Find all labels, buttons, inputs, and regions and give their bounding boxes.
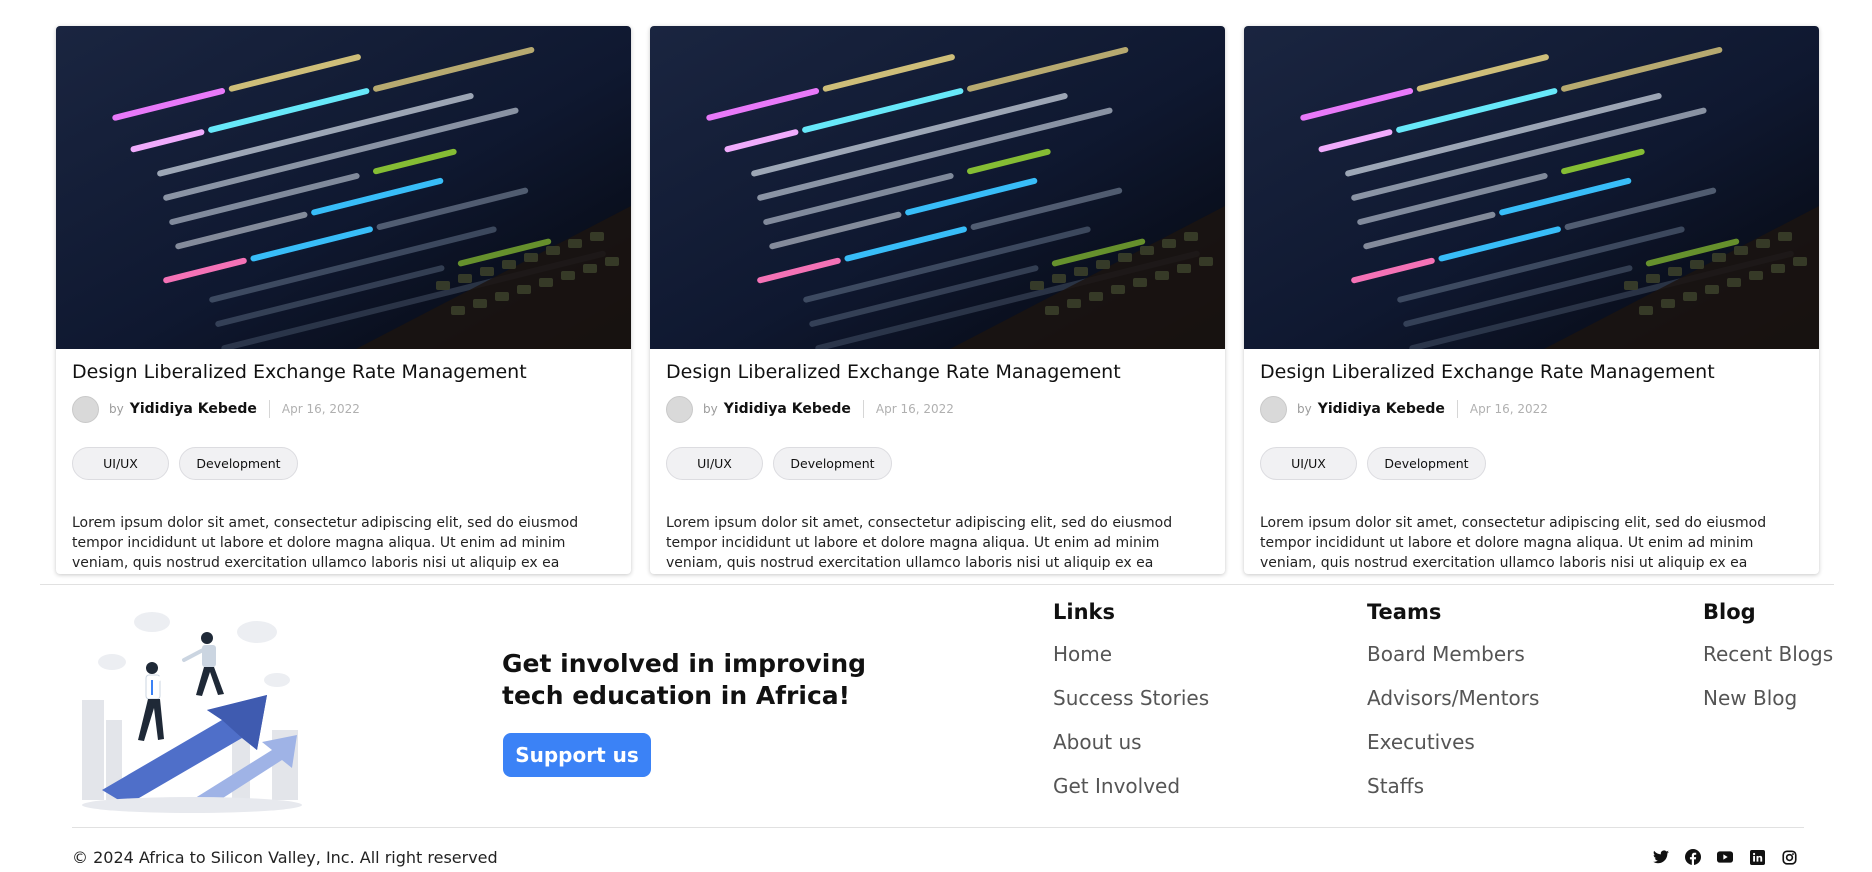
post-meta: by Yididiya Kebede Apr 16, 2022 bbox=[1260, 395, 1548, 423]
footer-link-board-members[interactable]: Board Members bbox=[1367, 642, 1539, 686]
tag-uiux[interactable]: UI/UX bbox=[666, 447, 763, 480]
post-thumbnail[interactable] bbox=[1244, 26, 1819, 349]
post-date: Apr 16, 2022 bbox=[1469, 402, 1548, 416]
divider bbox=[1456, 400, 1458, 418]
author-name[interactable]: Yididiya Kebede bbox=[724, 401, 851, 417]
teamwork-illustration bbox=[82, 612, 302, 813]
post-title[interactable]: Design Liberalized Exchange Rate Managem… bbox=[1260, 361, 1715, 383]
post-meta: by Yididiya Kebede Apr 16, 2022 bbox=[666, 395, 954, 423]
footer-link-executives[interactable]: Executives bbox=[1367, 730, 1539, 774]
footer-link-advisors-mentors[interactable]: Advisors/Mentors bbox=[1367, 686, 1539, 730]
post-date: Apr 16, 2022 bbox=[281, 402, 360, 416]
youtube-icon[interactable] bbox=[1716, 848, 1734, 866]
tag-list: UI/UX Development bbox=[72, 447, 298, 480]
footer-link-home[interactable]: Home bbox=[1053, 642, 1209, 686]
divider bbox=[862, 400, 864, 418]
twitter-icon[interactable] bbox=[1652, 848, 1670, 866]
post-title[interactable]: Design Liberalized Exchange Rate Managem… bbox=[666, 361, 1121, 383]
footer-divider bbox=[40, 584, 1834, 585]
by-label: by bbox=[109, 402, 124, 416]
footer-blog-column: Blog Recent Blogs New Blog bbox=[1703, 600, 1833, 730]
author-name[interactable]: Yididiya Kebede bbox=[1318, 401, 1445, 417]
post-date: Apr 16, 2022 bbox=[875, 402, 954, 416]
by-label: by bbox=[703, 402, 718, 416]
blog-card[interactable]: Design Liberalized Exchange Rate Managem… bbox=[56, 26, 631, 574]
facebook-icon[interactable] bbox=[1684, 848, 1702, 866]
bottom-divider bbox=[72, 827, 1804, 828]
tag-development[interactable]: Development bbox=[179, 447, 298, 480]
teams-heading: Teams bbox=[1367, 600, 1442, 624]
linkedin-icon[interactable] bbox=[1748, 848, 1766, 866]
tag-uiux[interactable]: UI/UX bbox=[1260, 447, 1357, 480]
avatar bbox=[1260, 395, 1287, 423]
post-excerpt: Lorem ipsum dolor sit amet, consectetur … bbox=[72, 515, 579, 571]
by-label: by bbox=[1297, 402, 1312, 416]
tag-uiux[interactable]: UI/UX bbox=[72, 447, 169, 480]
blog-cards: Design Liberalized Exchange Rate Managem… bbox=[56, 26, 1819, 574]
divider bbox=[268, 400, 270, 418]
blog-card[interactable]: Design Liberalized Exchange Rate Managem… bbox=[1244, 26, 1819, 574]
blog-heading: Blog bbox=[1703, 600, 1756, 624]
instagram-icon[interactable] bbox=[1780, 848, 1798, 866]
footer-link-about-us[interactable]: About us bbox=[1053, 730, 1209, 774]
footer-link-recent-blogs[interactable]: Recent Blogs bbox=[1703, 642, 1833, 686]
tag-list: UI/UX Development bbox=[666, 447, 892, 480]
links-heading: Links bbox=[1053, 600, 1115, 624]
tag-list: UI/UX Development bbox=[1260, 447, 1486, 480]
post-meta: by Yididiya Kebede Apr 16, 2022 bbox=[72, 395, 360, 423]
post-thumbnail[interactable] bbox=[650, 26, 1225, 349]
avatar bbox=[666, 395, 693, 423]
blog-card[interactable]: Design Liberalized Exchange Rate Managem… bbox=[650, 26, 1225, 574]
cta-heading: Get involved in improving tech education… bbox=[502, 649, 867, 710]
footer-link-success-stories[interactable]: Success Stories bbox=[1053, 686, 1209, 730]
post-excerpt: Lorem ipsum dolor sit amet, consectetur … bbox=[666, 515, 1173, 571]
copyright-text: © 2024 Africa to Silicon Valley, Inc. Al… bbox=[72, 848, 498, 867]
author-name[interactable]: Yididiya Kebede bbox=[130, 401, 257, 417]
support-us-button[interactable]: Support us bbox=[503, 733, 651, 777]
footer-link-new-blog[interactable]: New Blog bbox=[1703, 686, 1833, 730]
social-links bbox=[1652, 848, 1798, 866]
post-thumbnail[interactable] bbox=[56, 26, 631, 349]
post-excerpt: Lorem ipsum dolor sit amet, consectetur … bbox=[1260, 515, 1767, 571]
footer-links-column: Links Home Success Stories About us Get … bbox=[1053, 600, 1209, 818]
footer-link-get-involved[interactable]: Get Involved bbox=[1053, 774, 1209, 818]
post-title[interactable]: Design Liberalized Exchange Rate Managem… bbox=[72, 361, 527, 383]
tag-development[interactable]: Development bbox=[773, 447, 892, 480]
tag-development[interactable]: Development bbox=[1367, 447, 1486, 480]
footer-teams-column: Teams Board Members Advisors/Mentors Exe… bbox=[1367, 600, 1539, 818]
avatar bbox=[72, 395, 99, 423]
footer-link-staffs[interactable]: Staffs bbox=[1367, 774, 1539, 818]
